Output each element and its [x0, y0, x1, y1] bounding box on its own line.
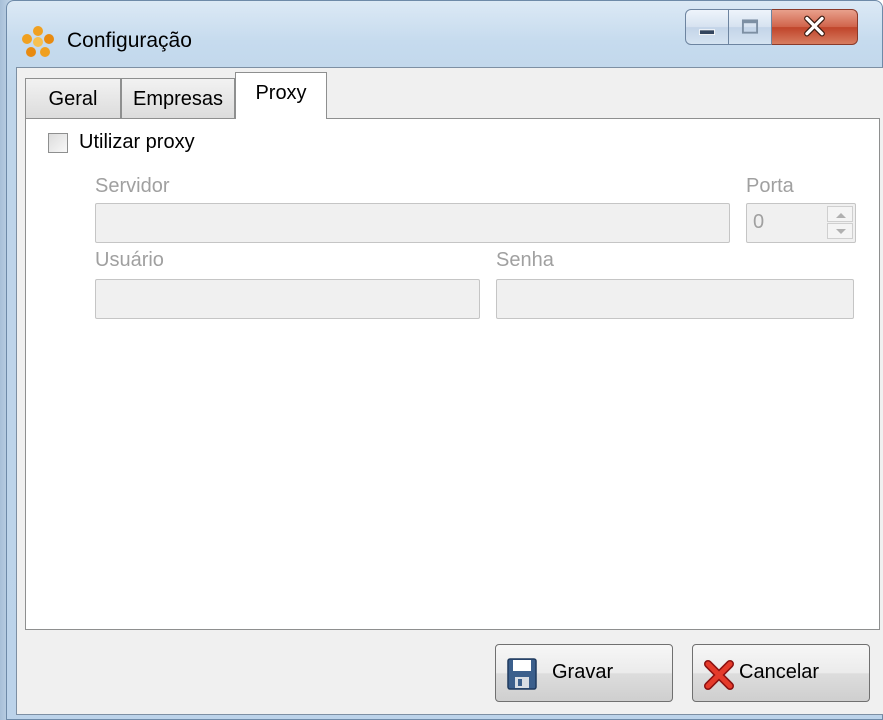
minimize-icon [698, 29, 716, 36]
save-button-label: Gravar [552, 661, 614, 683]
maximize-icon [741, 19, 759, 34]
close-button[interactable] [772, 9, 858, 45]
cancel-button[interactable]: Cancelar [692, 644, 870, 702]
close-icon [804, 15, 825, 37]
tab-geral[interactable]: Geral [25, 78, 121, 118]
title-bar[interactable]: Configuração [7, 1, 882, 67]
tab-proxy[interactable]: Proxy [235, 72, 327, 119]
red-x-icon [704, 660, 734, 690]
minimize-button[interactable] [685, 9, 729, 45]
server-label: Servidor [95, 175, 170, 197]
cancel-button-label: Cancelar [739, 661, 820, 683]
arrow-down-icon [836, 229, 846, 234]
password-input[interactable] [496, 279, 854, 319]
app-icon [22, 26, 54, 57]
save-button[interactable]: Gravar [495, 644, 673, 702]
port-spinner [827, 206, 853, 240]
tab-empresas[interactable]: Empresas [121, 78, 235, 118]
window-title: Configuração [67, 29, 192, 52]
server-input[interactable] [95, 203, 730, 243]
user-input[interactable] [95, 279, 480, 319]
use-proxy-label[interactable]: Utilizar proxy [79, 131, 195, 154]
proxy-tab-panel: Utilizar proxy Servidor Porta 0 Usuário [25, 118, 880, 630]
password-label: Senha [496, 249, 554, 271]
maximize-button[interactable] [729, 9, 772, 45]
port-label: Porta [746, 175, 794, 197]
dialog-client-area: Geral Empresas Proxy Utilizar proxy Serv… [16, 67, 883, 715]
user-label: Usuário [95, 249, 164, 271]
port-increment-button[interactable] [827, 206, 853, 222]
use-proxy-checkbox[interactable] [48, 133, 68, 153]
arrow-up-icon [836, 213, 846, 218]
floppy-disk-icon [507, 658, 537, 690]
port-value: 0 [753, 211, 765, 233]
config-window: Configuração Geral Empresas Proxy Utiliz… [6, 0, 883, 720]
port-stepper[interactable]: 0 [746, 203, 856, 243]
port-decrement-button[interactable] [827, 223, 853, 239]
